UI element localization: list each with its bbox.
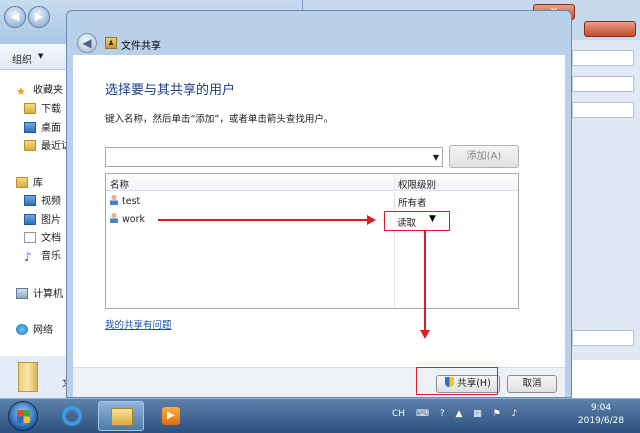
nav-item-desktop[interactable]: 桌面 <box>24 119 61 134</box>
taskbar-media-button[interactable]: ▶ <box>148 401 194 431</box>
computer-icon <box>16 288 28 299</box>
nav-item-downloads[interactable]: 下载 <box>24 100 61 115</box>
system-tray: CH ⌨ ? ▲ ▦ ⚑ ♪ <box>392 409 525 425</box>
nav-item-recent[interactable]: 最近访 <box>24 137 71 152</box>
sharing-problem-link[interactable]: 我的共享有问题 <box>105 317 172 331</box>
list-item[interactable]: test <box>110 195 140 207</box>
nav-item-favorites[interactable]: ★ 收藏夹 <box>16 81 63 98</box>
dialog-body: 选择要与其共享的用户 键入名称，然后单击“添加”，或者单击箭头查找用户。 ▼ 添… <box>73 55 565 367</box>
explorer-back-icon[interactable]: ◀ <box>4 6 26 28</box>
background-field <box>572 102 634 118</box>
clock[interactable]: 9:04 2019/6/28 <box>570 402 632 428</box>
list-header: 名称 权限级别 <box>106 174 518 191</box>
download-folder-icon <box>24 103 36 114</box>
list-item[interactable]: work <box>110 213 145 225</box>
add-button[interactable]: 添加(A) <box>449 145 519 168</box>
chevron-down-icon[interactable]: ▼ <box>38 52 43 60</box>
nav-item-videos[interactable]: 视频 <box>24 192 61 207</box>
chevron-down-icon[interactable]: ▼ <box>429 214 436 224</box>
library-icon <box>16 177 28 188</box>
flag-icon[interactable]: ⚑ <box>493 409 501 419</box>
keyboard-icon[interactable]: ⌨ <box>416 409 429 419</box>
permission-dropdown[interactable]: 读取 ▼ <box>384 211 450 231</box>
background-window-pane <box>570 40 640 360</box>
folder-icon <box>111 408 133 426</box>
background-field <box>572 50 634 66</box>
internet-explorer-icon <box>62 406 82 426</box>
clock-time: 9:04 <box>590 403 612 413</box>
selected-folder-icon <box>18 362 38 392</box>
pictures-icon <box>24 214 36 225</box>
taskbar-explorer-button[interactable] <box>98 401 144 431</box>
network-icon <box>16 324 28 335</box>
nav-item-libraries[interactable]: 库 <box>16 174 43 189</box>
nav-item-music[interactable]: ♪ 音乐 <box>24 247 61 264</box>
help-icon[interactable]: ? <box>440 409 445 419</box>
clock-date: 2019/6/28 <box>577 416 625 426</box>
back-arrow-icon[interactable]: ◀ <box>77 33 97 53</box>
user-name-combobox[interactable]: ▼ <box>105 147 443 167</box>
nav-item-network[interactable]: 网络 <box>16 321 53 336</box>
navigation-pane: ★ 收藏夹 下载 桌面 最近访 库 视频 图片 文档 ♪ 音乐 计算机 网络 <box>0 71 71 398</box>
file-sharing-dialog: ◀ ♟ 文件共享 选择要与其共享的用户 键入名称，然后单击“添加”，或者单击箭头… <box>66 10 572 398</box>
star-icon: ★ <box>16 85 26 98</box>
background-field <box>572 76 634 92</box>
nav-item-pictures[interactable]: 图片 <box>24 211 61 226</box>
annotation-arrowhead-right <box>367 215 376 225</box>
annotation-arrow-vertical <box>424 231 426 333</box>
dialog-heading: 选择要与其共享的用户 <box>105 83 236 98</box>
nav-item-computer[interactable]: 计算机 <box>16 285 63 300</box>
start-button[interactable] <box>8 401 38 431</box>
desktop-icon <box>24 122 36 133</box>
taskbar-ie-button[interactable] <box>50 401 96 431</box>
user-icon <box>110 213 118 223</box>
user-icon <box>110 195 118 205</box>
cancel-button[interactable]: 取消 <box>507 375 557 393</box>
explorer-forward-icon[interactable]: ▶ <box>28 6 50 28</box>
video-icon <box>24 195 36 206</box>
background-close-icon[interactable] <box>584 21 636 37</box>
music-icon: ♪ <box>24 250 32 264</box>
organize-menu[interactable]: 组织 <box>12 51 32 66</box>
ime-indicator[interactable]: CH <box>392 409 405 419</box>
file-sharing-icon: ♟ <box>105 37 117 49</box>
volume-icon[interactable]: ♪ <box>512 409 518 419</box>
documents-icon <box>24 232 36 243</box>
taskbar: ▶ CH ⌨ ? ▲ ▦ ⚑ ♪ 9:04 2019/6/28 <box>0 398 640 433</box>
recent-places-icon <box>24 140 36 151</box>
windows-logo-icon <box>17 410 30 423</box>
column-header-name[interactable]: 名称 <box>110 177 129 191</box>
annotation-arrowhead-down <box>420 330 430 339</box>
tray-expand-icon[interactable]: ▲ <box>455 409 462 419</box>
user-list: 名称 权限级别 test 所有者 work 读取 ▼ <box>105 173 519 309</box>
dialog-titlebar: ◀ ♟ 文件共享 <box>67 11 571 55</box>
nav-item-documents[interactable]: 文档 <box>24 229 61 244</box>
instruction-text: 键入名称，然后单击“添加”，或者单击箭头查找用户。 <box>105 114 334 125</box>
annotation-arrow-horizontal <box>158 219 370 221</box>
permission-value: 读取 <box>397 218 417 229</box>
column-divider <box>394 174 395 308</box>
column-header-permission[interactable]: 权限级别 <box>398 177 436 191</box>
network-status-icon[interactable]: ▦ <box>473 409 482 419</box>
dialog-title: 文件共享 <box>121 41 161 52</box>
chevron-down-icon[interactable]: ▼ <box>433 153 439 162</box>
permission-label: 所有者 <box>398 198 427 209</box>
share-button-highlight <box>416 367 498 395</box>
media-player-icon: ▶ <box>162 407 180 425</box>
background-field <box>572 330 634 346</box>
